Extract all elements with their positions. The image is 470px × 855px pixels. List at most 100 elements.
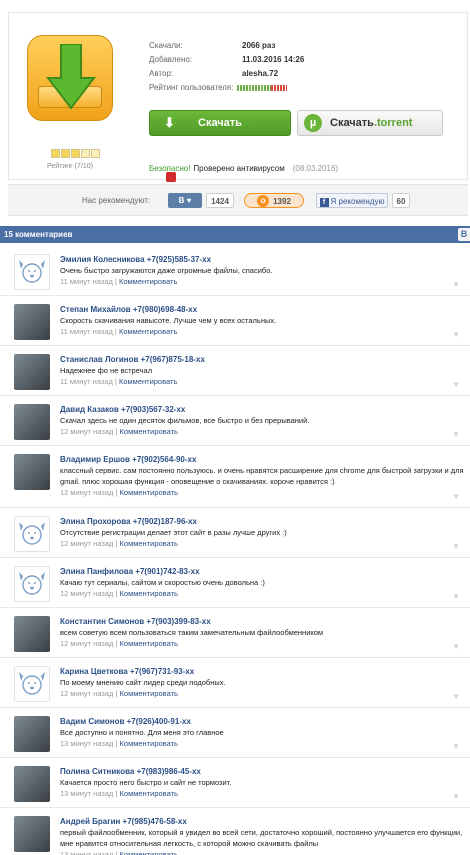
comment-time: 13 минут назад xyxy=(60,789,114,798)
reply-link[interactable]: Комментировать xyxy=(120,488,178,497)
chevron-down-icon[interactable]: ▼ xyxy=(452,642,460,651)
comment-item: Карина Цветкова +7(967)731-93-xx По моему… xyxy=(0,658,470,708)
avatar[interactable] xyxy=(14,566,50,602)
torrent-download-button[interactable]: µ Скачать .torrent xyxy=(297,110,443,136)
comment-item: Владимир Ершов +7(902)564-90-xx классный … xyxy=(0,446,470,508)
reply-link[interactable]: Комментировать xyxy=(120,427,178,436)
rating-star[interactable] xyxy=(91,149,100,158)
comment-author[interactable]: Степан Михайлов +7(980)698-48-xx xyxy=(60,304,470,315)
rating-star[interactable] xyxy=(81,149,90,158)
reply-link[interactable]: Комментировать xyxy=(120,739,178,748)
comment-author[interactable]: Элина Панфилова +7(901)742-83-xx xyxy=(60,566,470,577)
comment-author[interactable]: Владимир Ершов +7(902)564-90-xx xyxy=(60,454,470,465)
ok-share-button[interactable]: о 1392 xyxy=(244,193,304,208)
chevron-down-icon[interactable]: ▼ xyxy=(452,592,460,601)
comment-text: Качаю тут сериалы, сайтом и скоростью оч… xyxy=(60,578,265,587)
download-button[interactable]: ⬇ Скачать xyxy=(149,110,291,136)
comment-text: первый файлообменник, который я увидел в… xyxy=(60,828,463,848)
stat-value: alesha.72 xyxy=(242,69,279,78)
comment-author[interactable]: Вадим Симонов +7(926)400-91-xx xyxy=(60,716,470,727)
user-rating-bar-green xyxy=(237,85,272,91)
chevron-down-icon[interactable]: ▼ xyxy=(452,280,460,289)
comment-meta: 12 минут назад | Комментировать xyxy=(60,488,178,497)
avatar[interactable] xyxy=(14,716,50,752)
comments-count: 15 комментариев xyxy=(4,230,73,239)
comment-author[interactable]: Элина Прохорова +7(902)187-96-xx xyxy=(60,516,470,527)
reply-link[interactable]: Комментировать xyxy=(119,277,177,286)
comment-item: Эмилия Колесникова +7(925)585-37-xx Очень… xyxy=(0,246,470,296)
reply-link[interactable]: Комментировать xyxy=(120,850,178,855)
stat-downloads: Скачали: 2066 раз xyxy=(149,39,304,53)
chevron-down-icon[interactable]: ▼ xyxy=(452,792,460,801)
stat-author: Автор: alesha.72 xyxy=(149,67,304,81)
avatar[interactable] xyxy=(14,254,50,290)
comment-author[interactable]: Полина Ситникова +7(983)986-45-xx xyxy=(60,766,470,777)
reply-link[interactable]: Комментировать xyxy=(119,327,177,336)
chevron-down-icon[interactable]: ▼ xyxy=(452,542,460,551)
vk-login-button[interactable]: В xyxy=(458,228,470,241)
comment-time: 12 минут назад xyxy=(60,589,114,598)
comment-meta: 12 минут назад | Комментировать xyxy=(60,427,178,436)
reply-link[interactable]: Комментировать xyxy=(120,589,178,598)
ok-count: 1392 xyxy=(273,197,291,206)
avatar[interactable] xyxy=(14,454,50,490)
reply-link[interactable]: Комментировать xyxy=(120,689,178,698)
comment-author[interactable]: Константин Симонов +7(903)399-83-xx xyxy=(60,616,470,627)
comment-author[interactable]: Андрей Брагин +7(985)476-58-xx xyxy=(60,816,470,827)
chevron-down-icon[interactable]: ▼ xyxy=(452,492,460,501)
comment-author[interactable]: Давид Казаков +7(903)567-32-xx xyxy=(60,404,470,415)
vk-count: 1424 xyxy=(206,193,234,208)
fb-recommend-button[interactable]: fЯ рекомендую xyxy=(316,193,388,208)
comment-item: Константин Симонов +7(903)399-83-xx всем … xyxy=(0,608,470,658)
avatar[interactable] xyxy=(14,666,50,702)
reply-link[interactable]: Комментировать xyxy=(120,639,178,648)
facebook-icon: f xyxy=(319,198,329,207)
rating-stars[interactable] xyxy=(51,149,100,158)
comment-item: Элина Панфилова +7(901)742-83-xx Качаю ту… xyxy=(0,558,470,608)
chevron-down-icon[interactable]: ▼ xyxy=(452,742,460,751)
comment-meta: 11 минут назад | Комментировать xyxy=(60,377,178,386)
stat-label: Автор: xyxy=(149,69,174,78)
reply-link[interactable]: Комментировать xyxy=(120,789,178,798)
stat-value: 2066 раз xyxy=(242,41,276,50)
chevron-down-icon[interactable]: ▼ xyxy=(452,330,460,339)
comment-author[interactable]: Эмилия Колесникова +7(925)585-37-xx xyxy=(60,254,470,265)
avatar[interactable] xyxy=(14,616,50,652)
avatar[interactable] xyxy=(14,404,50,440)
comment-time: 12 минут назад xyxy=(60,639,114,648)
chevron-down-icon[interactable]: ▼ xyxy=(452,692,460,701)
stat-user-rating: Рейтинг пользователя: xyxy=(149,81,304,95)
download-arrow-icon xyxy=(46,44,96,110)
comment-meta: 13 минут назад | Комментировать xyxy=(60,739,178,748)
avatar[interactable] xyxy=(14,304,50,340)
chevron-down-icon[interactable]: ▼ xyxy=(452,380,460,389)
stat-label: Рейтинг пользователя: xyxy=(149,83,234,92)
rating-star[interactable] xyxy=(51,149,60,158)
reply-link[interactable]: Комментировать xyxy=(119,377,177,386)
reply-link[interactable]: Комментировать xyxy=(120,539,178,548)
fb-label: Я рекомендую xyxy=(330,197,385,206)
chevron-down-icon[interactable]: ▼ xyxy=(452,430,460,439)
rating-star[interactable] xyxy=(61,149,70,158)
stat-added: Добавлено: 11.03.2016 14:26 xyxy=(149,53,304,67)
comment-text: Качается просто него быстро и сайт не то… xyxy=(60,778,232,787)
comment-item: Степан Михайлов +7(980)698-48-xx Скорость… xyxy=(0,296,470,346)
avatar[interactable] xyxy=(14,816,50,852)
avatar[interactable] xyxy=(14,516,50,552)
comment-time: 11 минут назад xyxy=(60,377,113,386)
comment-text: Отсутствие регистрации делает этот сайт … xyxy=(60,528,287,537)
comment-meta: 12 минут назад | Комментировать xyxy=(60,639,178,648)
comment-author[interactable]: Карина Цветкова +7(967)731-93-xx xyxy=(60,666,470,677)
file-meta: Скачали: 2066 раз Добавлено: 11.03.2016 … xyxy=(149,39,304,95)
rating-star[interactable] xyxy=(71,149,80,158)
comment-item: Давид Казаков +7(903)567-32-xx Скачал зде… xyxy=(0,396,470,446)
avatar[interactable] xyxy=(14,354,50,390)
stat-label: Скачали: xyxy=(149,41,183,50)
stat-value: 11.03.2016 14:26 xyxy=(242,55,305,64)
check-date: (08.03.2016) xyxy=(292,164,339,173)
avatar[interactable] xyxy=(14,766,50,802)
vk-share-button[interactable]: В ♥ xyxy=(168,193,202,208)
comment-time: 12 минут назад xyxy=(60,488,114,497)
comment-author[interactable]: Станислав Логинов +7(967)875-18-xx xyxy=(60,354,470,365)
stat-label: Добавлено: xyxy=(149,55,193,64)
